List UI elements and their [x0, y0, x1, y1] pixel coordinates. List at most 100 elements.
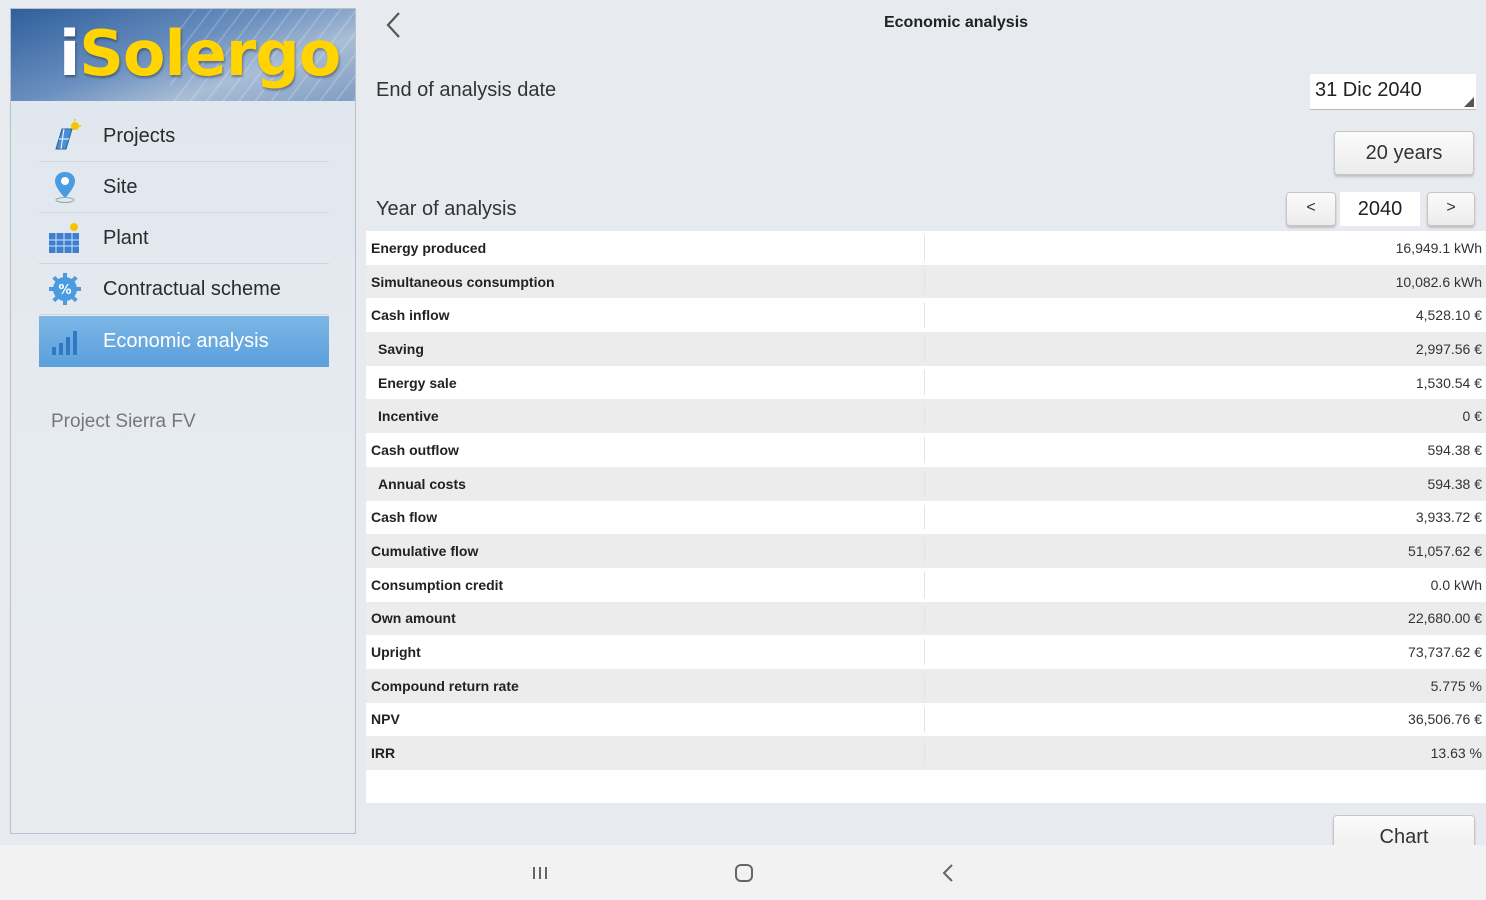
row-label: Consumption credit — [371, 576, 504, 593]
table-row: Cash inflow 4,528.10 € — [366, 298, 1486, 332]
row-value: 0 € — [1462, 408, 1482, 425]
table-row: Compound return rate 5.775 % — [366, 668, 1486, 703]
percent-gear-icon: % — [47, 271, 83, 307]
row-label: Annual costs — [378, 475, 466, 492]
svg-text:%: % — [58, 283, 71, 298]
recents-icon — [533, 867, 547, 879]
brand-rest: Solergo — [79, 17, 341, 90]
table-row: Energy produced 16,949.1 kWh — [366, 231, 1486, 265]
table-row: Annual costs 594.38 € — [366, 466, 1486, 501]
row-label: Upright — [371, 644, 421, 661]
app-logo: iSolergo — [11, 9, 355, 101]
row-value: 10,082.6 kWh — [1395, 273, 1482, 290]
row-value: 16,949.1 kWh — [1395, 239, 1482, 256]
next-year-button[interactable]: > — [1427, 192, 1475, 226]
row-label: Simultaneous consumption — [371, 273, 555, 290]
row-value: 36,506.76 € — [1408, 711, 1482, 728]
map-pin-icon — [47, 169, 83, 205]
row-label: Cumulative flow — [371, 543, 479, 560]
sidebar-item-label: Plant — [103, 226, 149, 249]
row-label: Cash outflow — [371, 441, 459, 458]
sidebar-item-label: Projects — [103, 124, 176, 147]
table-row: Saving 2,997.56 € — [366, 332, 1486, 366]
row-label: Incentive — [378, 408, 439, 425]
column-divider — [924, 605, 925, 632]
solar-panel-icon — [47, 118, 83, 154]
row-value: 594.38 € — [1427, 475, 1483, 492]
row-label: Energy sale — [378, 374, 457, 391]
column-divider — [924, 706, 925, 733]
row-value: 51,057.62 € — [1408, 543, 1482, 560]
row-label: Compound return rate — [371, 677, 519, 694]
table-row: Cash outflow 594.38 € — [366, 433, 1486, 467]
table-row: Incentive 0 € — [366, 399, 1486, 434]
row-value: 5.775 % — [1430, 677, 1482, 694]
table-row: IRR 13.63 % — [366, 736, 1486, 770]
row-value: 4,528.10 € — [1415, 307, 1482, 324]
recent-apps-button[interactable] — [526, 859, 556, 887]
home-button[interactable] — [729, 859, 759, 887]
row-label: Cash inflow — [371, 307, 450, 324]
column-divider — [924, 336, 925, 362]
system-back-button[interactable] — [934, 859, 964, 887]
sidebar: iSolergo Projects Site Plant % Contractu… — [10, 8, 356, 834]
column-divider — [924, 369, 925, 396]
column-divider — [924, 571, 925, 598]
table-row: Energy sale 1,530.54 € — [366, 366, 1486, 400]
column-divider — [924, 740, 925, 766]
row-value: 73,737.62 € — [1408, 644, 1482, 661]
sidebar-item-plant[interactable]: Plant — [39, 213, 329, 264]
sidebar-item-projects[interactable]: Projects — [39, 111, 329, 162]
end-date-field[interactable]: 31 Dic 2040 — [1310, 74, 1476, 110]
row-value: 1,530.54 € — [1415, 374, 1482, 391]
row-label: Cash flow — [371, 509, 438, 526]
brand-name: iSolergo — [59, 17, 341, 90]
row-label: NPV — [371, 711, 400, 728]
row-value: 594.38 € — [1427, 441, 1483, 458]
table-row: Cumulative flow 51,057.62 € — [366, 534, 1486, 568]
row-value: 3,933.72 € — [1415, 509, 1482, 526]
previous-year-button[interactable]: < — [1286, 192, 1336, 226]
table-row: Own amount 22,680.00 € — [366, 601, 1486, 636]
row-value: 22,680.00 € — [1408, 610, 1482, 627]
sidebar-item-economic-analysis[interactable]: Economic analysis — [39, 316, 329, 367]
column-divider — [924, 504, 925, 531]
project-name: Project Sierra FV — [51, 411, 196, 432]
table-row: Cash flow 3,933.72 € — [366, 501, 1486, 535]
column-divider — [924, 470, 925, 497]
column-divider — [924, 672, 925, 699]
column-divider — [924, 639, 925, 665]
column-divider — [924, 403, 925, 430]
end-date-label: End of analysis date — [376, 79, 557, 101]
system-navigation-bar — [0, 845, 1486, 900]
solar-array-icon — [47, 220, 83, 256]
bar-chart-icon — [47, 324, 83, 360]
sidebar-item-label: Contractual scheme — [103, 277, 281, 300]
row-value: 2,997.56 € — [1415, 340, 1482, 357]
sidebar-item-contractual-scheme[interactable]: % Contractual scheme — [39, 264, 329, 315]
year-of-analysis-label: Year of analysis — [376, 198, 517, 220]
row-label: Saving — [378, 340, 424, 357]
column-divider — [924, 437, 925, 463]
end-date-value: 31 Dic 2040 — [1315, 79, 1422, 101]
column-divider — [924, 302, 925, 329]
years-button[interactable]: 20 years — [1334, 131, 1474, 175]
sidebar-item-site[interactable]: Site — [39, 162, 329, 213]
row-value: 13.63 % — [1430, 745, 1482, 762]
row-label: Own amount — [371, 610, 456, 627]
row-label: Energy produced — [371, 239, 487, 256]
year-value: 2040 — [1340, 192, 1420, 226]
page-title: Economic analysis — [883, 14, 1029, 31]
row-value: 0.0 kWh — [1430, 576, 1482, 593]
top-bar: Economic analysis — [366, 0, 1486, 52]
home-icon — [735, 864, 753, 882]
dropdown-corner-icon — [1464, 97, 1474, 107]
column-divider — [924, 538, 925, 564]
table-row: NPV 36,506.76 € — [366, 703, 1486, 737]
column-divider — [924, 235, 925, 261]
sidebar-item-label: Site — [103, 175, 138, 198]
column-divider — [924, 268, 925, 295]
brand-i: i — [59, 17, 80, 90]
row-label: IRR — [371, 745, 396, 762]
table-row: Upright 73,737.62 € — [366, 635, 1486, 669]
